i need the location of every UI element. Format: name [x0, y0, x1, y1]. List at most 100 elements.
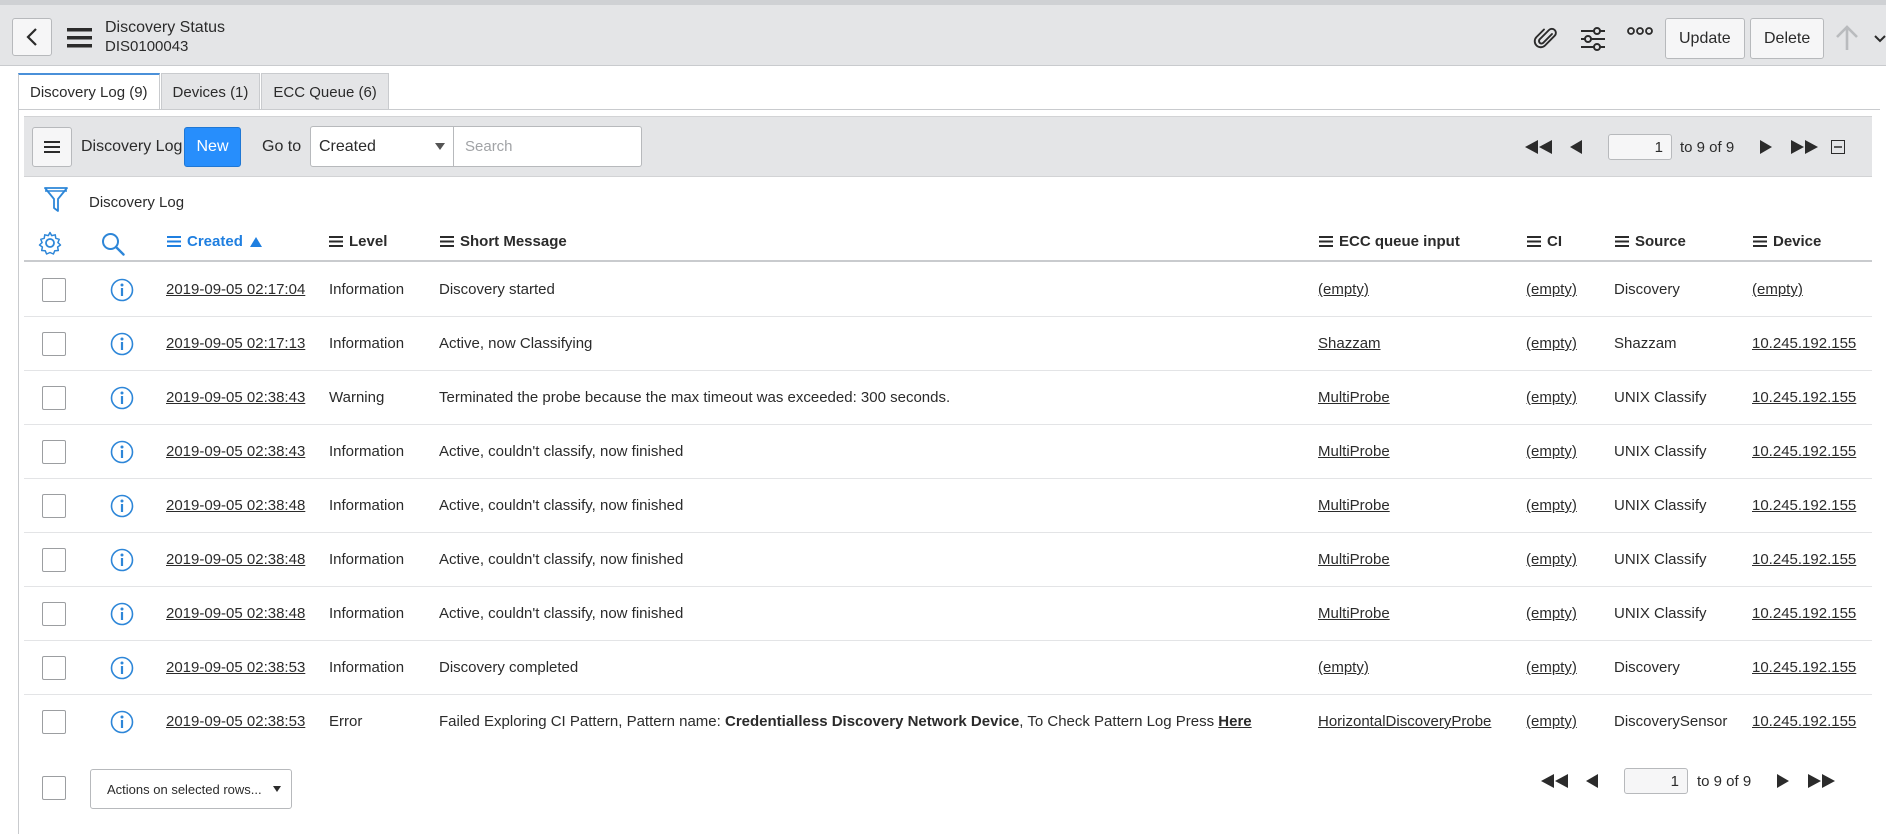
- gear-icon[interactable]: [38, 231, 62, 259]
- column-header-level[interactable]: Level: [329, 233, 387, 250]
- column-menu-icon[interactable]: [167, 236, 181, 247]
- column-menu-icon[interactable]: [1615, 236, 1629, 247]
- column-menu-icon[interactable]: [440, 236, 454, 247]
- created-link[interactable]: 2019-09-05 02:38:48: [166, 479, 305, 532]
- column-header-created[interactable]: Created: [167, 233, 262, 250]
- more-options-icon[interactable]: [1627, 26, 1653, 36]
- back-button[interactable]: [12, 18, 52, 56]
- row-checkbox[interactable]: [42, 710, 66, 734]
- column-header-ecc-queue-input[interactable]: ECC queue input: [1319, 233, 1460, 250]
- goto-field-select[interactable]: Created: [310, 126, 454, 167]
- column-header-short-message[interactable]: Short Message: [440, 233, 567, 250]
- first-page-icon[interactable]: [1524, 139, 1554, 155]
- filter-icon[interactable]: [44, 186, 68, 218]
- pattern-log-link[interactable]: Here: [1218, 713, 1251, 730]
- search-icon[interactable]: [101, 232, 125, 260]
- row-checkbox[interactable]: [42, 494, 66, 518]
- ci-link[interactable]: (empty): [1526, 479, 1577, 532]
- last-page-icon[interactable]: [1807, 773, 1837, 789]
- ci-link[interactable]: (empty): [1526, 425, 1577, 478]
- collapse-icon[interactable]: [1828, 140, 1848, 154]
- ecc-queue-link[interactable]: MultiProbe: [1318, 533, 1390, 586]
- arrow-up-icon[interactable]: [1834, 24, 1860, 52]
- ci-link[interactable]: (empty): [1526, 371, 1577, 424]
- info-icon[interactable]: [110, 278, 134, 306]
- device-link[interactable]: (empty): [1752, 263, 1803, 316]
- row-checkbox[interactable]: [42, 548, 66, 572]
- column-menu-icon[interactable]: [1319, 236, 1333, 247]
- ecc-queue-link[interactable]: (empty): [1318, 641, 1369, 694]
- created-link[interactable]: 2019-09-05 02:38:53: [166, 641, 305, 694]
- column-menu-icon[interactable]: [1527, 236, 1541, 247]
- info-icon[interactable]: [110, 494, 134, 522]
- column-header-source[interactable]: Source: [1615, 233, 1686, 250]
- row-checkbox[interactable]: [42, 332, 66, 356]
- select-all-checkbox[interactable]: [42, 776, 66, 800]
- paperclip-icon[interactable]: [1533, 26, 1559, 52]
- row-checkbox[interactable]: [42, 656, 66, 680]
- list-menu-button[interactable]: [32, 127, 72, 167]
- tab-ecc-queue[interactable]: ECC Queue (6): [261, 73, 389, 110]
- info-icon[interactable]: [110, 440, 134, 468]
- page-number-input[interactable]: 1: [1608, 134, 1672, 160]
- created-link[interactable]: 2019-09-05 02:38:43: [166, 425, 305, 478]
- info-icon[interactable]: [110, 602, 134, 630]
- first-page-icon[interactable]: [1540, 773, 1570, 789]
- column-menu-icon[interactable]: [1753, 236, 1767, 247]
- ci-link[interactable]: (empty): [1526, 587, 1577, 640]
- update-button[interactable]: Update: [1665, 18, 1745, 59]
- info-icon[interactable]: [110, 386, 134, 414]
- new-button[interactable]: New: [184, 127, 241, 167]
- device-link[interactable]: 10.245.192.155: [1752, 317, 1856, 370]
- created-link[interactable]: 2019-09-05 02:38:43: [166, 371, 305, 424]
- ci-link[interactable]: (empty): [1526, 533, 1577, 586]
- row-checkbox[interactable]: [42, 386, 66, 410]
- device-link[interactable]: 10.245.192.155: [1752, 371, 1856, 424]
- ecc-queue-link[interactable]: MultiProbe: [1318, 587, 1390, 640]
- ecc-queue-link[interactable]: MultiProbe: [1318, 479, 1390, 532]
- actions-on-selected-rows-select[interactable]: Actions on selected rows...: [90, 769, 292, 809]
- info-icon[interactable]: [110, 656, 134, 684]
- chevron-down-icon[interactable]: [1874, 34, 1886, 44]
- previous-page-icon[interactable]: [1582, 773, 1602, 789]
- tab-discovery-log[interactable]: Discovery Log (9): [18, 73, 160, 110]
- ecc-queue-link[interactable]: (empty): [1318, 263, 1369, 316]
- created-link[interactable]: 2019-09-05 02:17:04: [166, 263, 305, 316]
- last-page-icon[interactable]: [1790, 139, 1820, 155]
- created-link[interactable]: 2019-09-05 02:38:53: [166, 695, 305, 748]
- ecc-queue-link[interactable]: HorizontalDiscoveryProbe: [1318, 695, 1491, 748]
- device-link[interactable]: 10.245.192.155: [1752, 587, 1856, 640]
- tab-devices[interactable]: Devices (1): [160, 73, 261, 110]
- ecc-queue-link[interactable]: MultiProbe: [1318, 425, 1390, 478]
- next-page-icon[interactable]: [1756, 139, 1776, 155]
- row-checkbox[interactable]: [42, 440, 66, 464]
- ci-link[interactable]: (empty): [1526, 263, 1577, 316]
- next-page-icon[interactable]: [1773, 773, 1793, 789]
- ecc-queue-link[interactable]: Shazzam: [1318, 317, 1381, 370]
- previous-page-icon[interactable]: [1566, 139, 1586, 155]
- info-icon[interactable]: [110, 710, 134, 738]
- row-checkbox[interactable]: [42, 602, 66, 626]
- form-menu-icon[interactable]: [67, 27, 92, 49]
- device-link[interactable]: 10.245.192.155: [1752, 479, 1856, 532]
- device-link[interactable]: 10.245.192.155: [1752, 425, 1856, 478]
- ci-link[interactable]: (empty): [1526, 695, 1577, 748]
- device-link[interactable]: 10.245.192.155: [1752, 641, 1856, 694]
- page-number-input[interactable]: 1: [1624, 768, 1688, 794]
- column-header-device[interactable]: Device: [1753, 233, 1821, 250]
- created-link[interactable]: 2019-09-05 02:38:48: [166, 587, 305, 640]
- column-menu-icon[interactable]: [329, 236, 343, 247]
- ci-link[interactable]: (empty): [1526, 641, 1577, 694]
- row-checkbox[interactable]: [42, 278, 66, 302]
- device-link[interactable]: 10.245.192.155: [1752, 695, 1856, 748]
- personalize-form-icon[interactable]: [1580, 26, 1606, 52]
- column-header-ci[interactable]: CI: [1527, 233, 1562, 250]
- info-icon[interactable]: [110, 548, 134, 576]
- ci-link[interactable]: (empty): [1526, 317, 1577, 370]
- device-link[interactable]: 10.245.192.155: [1752, 533, 1856, 586]
- breadcrumb[interactable]: Discovery Log: [89, 194, 184, 211]
- created-link[interactable]: 2019-09-05 02:17:13: [166, 317, 305, 370]
- search-input[interactable]: [454, 126, 642, 167]
- delete-button[interactable]: Delete: [1750, 18, 1825, 59]
- info-icon[interactable]: [110, 332, 134, 360]
